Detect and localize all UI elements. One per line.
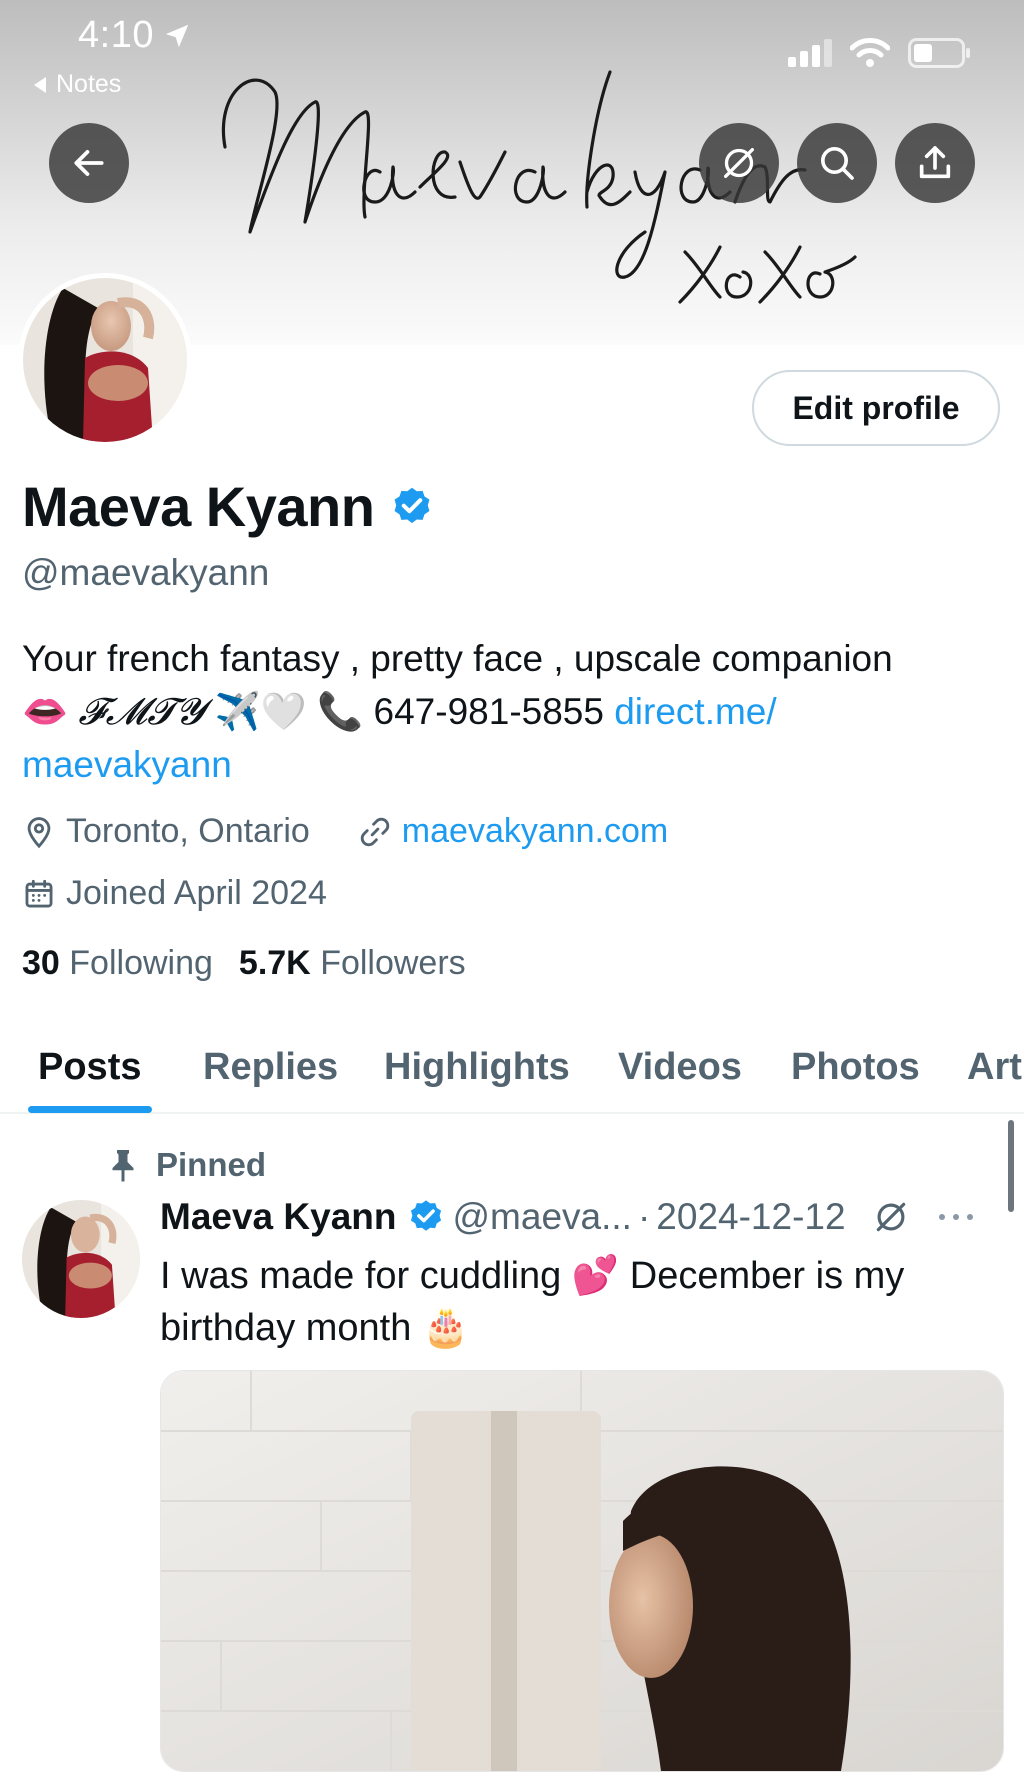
pinned-label: Pinned — [156, 1146, 267, 1183]
status-time: 4:10 — [78, 14, 192, 57]
profile-joined-row: Joined April 2024 — [22, 874, 327, 913]
lips-emoji: 👄 — [22, 691, 69, 732]
location-arrow-icon — [165, 24, 189, 47]
bio-link-part2[interactable]: maevakyann — [22, 738, 1002, 791]
edit-profile-button[interactable]: Edit profile — [752, 370, 1000, 446]
profile-meta-row: Toronto, Ontario maevakyann.com — [22, 812, 668, 851]
two-hearts-emoji: 💕 — [571, 1255, 620, 1297]
profile-name-row: Maeva Kyann — [22, 474, 434, 539]
status-indicators — [788, 38, 972, 68]
cellular-signal-icon — [788, 39, 832, 67]
avatar-photo — [23, 278, 187, 442]
followers-count: 5.7K — [238, 944, 311, 982]
share-button[interactable] — [895, 123, 975, 203]
post-author-handle[interactable]: @maeva... — [453, 1196, 632, 1238]
post-separator: · — [637, 1196, 651, 1237]
link-icon — [360, 817, 389, 846]
post-author-name[interactable]: Maeva Kyann — [160, 1196, 397, 1238]
active-tab-indicator — [28, 1106, 152, 1113]
post-text-line2-text: birthday month — [160, 1307, 412, 1349]
verified-badge-icon[interactable] — [390, 485, 434, 529]
bio-phone: 647-981-5855 — [373, 691, 604, 732]
arrow-left-icon — [74, 150, 104, 176]
tab-posts[interactable]: Posts — [38, 1022, 141, 1112]
bio-fancy-text: 𝓕𝓜𝓣𝓨 — [78, 690, 205, 733]
status-time-text: 4:10 — [78, 14, 154, 56]
post-date[interactable]: 2024-12-12 — [656, 1196, 845, 1238]
more-options-icon[interactable] — [936, 1209, 976, 1225]
post-author-avatar[interactable] — [22, 1200, 140, 1318]
tab-highlights[interactable]: Highlights — [384, 1022, 570, 1112]
share-icon — [919, 146, 951, 179]
pinned-indicator: Pinned — [108, 1146, 266, 1184]
followers-link[interactable]: 5.7K Followers — [239, 944, 466, 983]
post-text-part1: I was made for cuddling — [160, 1255, 562, 1297]
status-back-to-app[interactable]: Notes — [32, 70, 121, 99]
eye-slash-icon — [724, 148, 754, 178]
profile-tabs: Posts Replies Highlights Videos Photos A… — [0, 1022, 1024, 1114]
tab-replies[interactable]: Replies — [203, 1022, 338, 1112]
calendar-icon — [25, 879, 53, 907]
search-icon — [821, 147, 854, 180]
back-button[interactable] — [49, 123, 129, 203]
following-link[interactable]: 30 Following — [22, 944, 213, 983]
phone-emoji: 📞 — [317, 691, 364, 732]
status-back-label: Notes — [56, 70, 122, 98]
post-text-line-1: I was made for cuddling 💕 December is my — [160, 1250, 1000, 1302]
birthday-cake-emoji: 🎂 — [421, 1307, 470, 1349]
bio-line-2: 👄 𝓕𝓜𝓣𝓨 ✈️🤍 📞 647-981-5855 direct.me/ — [22, 685, 1002, 738]
profile-bio: Your french fantasy , pretty face , upsc… — [22, 632, 1002, 791]
profile-avatar[interactable] — [18, 273, 192, 447]
bio-line-1: Your french fantasy , pretty face , upsc… — [22, 638, 893, 679]
follow-stats: 30 Following 5.7K Followers — [22, 944, 466, 983]
post-media-image[interactable] — [160, 1370, 1004, 1772]
search-button[interactable] — [797, 123, 877, 203]
profile-location: Toronto, Ontario — [66, 812, 310, 850]
profile-handle: @maevakyann — [22, 552, 270, 593]
post-text-part2: December is my — [629, 1255, 905, 1297]
post-text-line-2: birthday month 🎂 — [160, 1302, 1000, 1354]
scrollbar-thumb[interactable] — [1008, 1120, 1014, 1212]
wifi-icon — [850, 38, 890, 67]
profile-display-name: Maeva Kyann — [22, 475, 375, 538]
tab-photos[interactable]: Photos — [791, 1022, 920, 1112]
pin-icon — [112, 1150, 134, 1182]
following-label: Following — [69, 944, 213, 982]
location-pin-icon — [27, 816, 51, 848]
back-triangle-icon — [34, 76, 46, 93]
followers-label: Followers — [320, 944, 466, 982]
verified-badge-icon — [410, 1200, 441, 1231]
post-header: Maeva Kyann @maeva... · 2024-12-12 — [160, 1196, 1006, 1238]
eye-slash-icon[interactable] — [872, 1198, 910, 1236]
profile-website-link[interactable]: maevakyann.com — [402, 812, 668, 851]
tab-videos[interactable]: Videos — [618, 1022, 742, 1112]
following-count: 30 — [22, 944, 60, 982]
bio-link-part1[interactable]: direct.me/ — [614, 691, 776, 732]
tab-articles[interactable]: Art — [967, 1022, 1022, 1112]
battery-icon — [908, 38, 970, 68]
hide-replies-button[interactable] — [699, 123, 779, 203]
plane-heart-emojis: ✈️🤍 — [214, 691, 307, 732]
profile-joined-date: Joined April 2024 — [66, 874, 327, 912]
post-body-text: I was made for cuddling 💕 December is my… — [160, 1250, 1000, 1354]
